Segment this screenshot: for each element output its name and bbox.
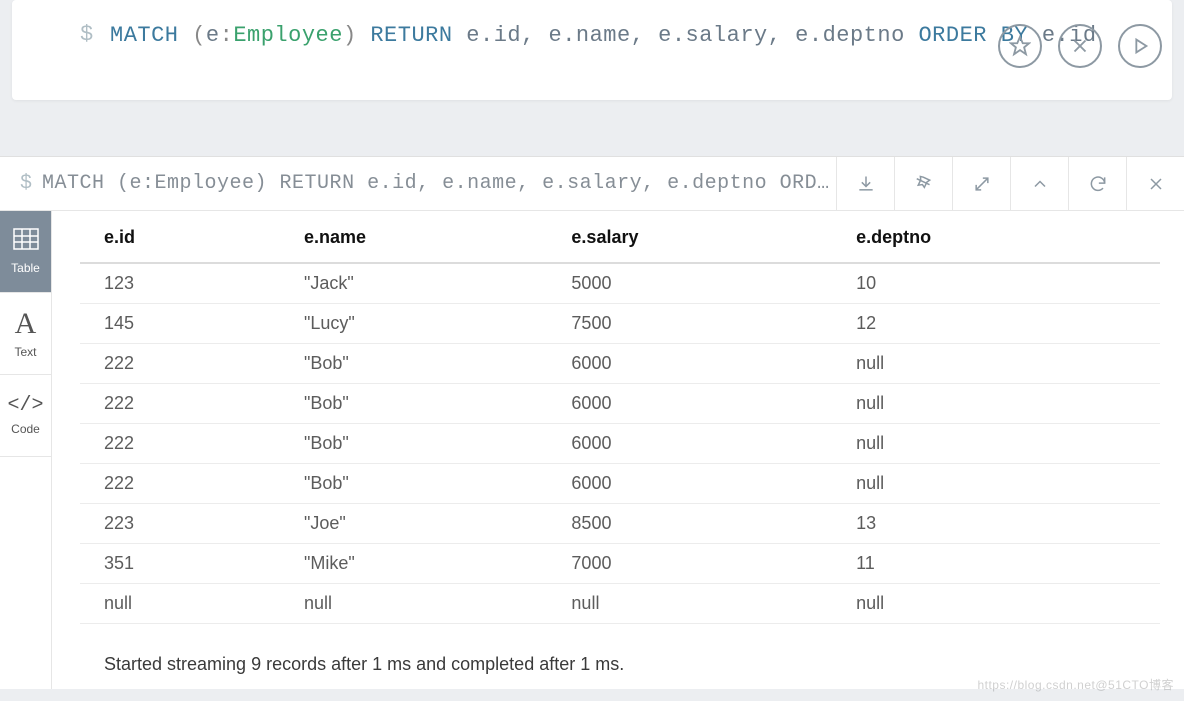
- open-paren: (: [192, 23, 206, 48]
- rerun-button[interactable]: [1068, 157, 1126, 210]
- table-cell: 8500: [563, 504, 848, 544]
- table-cell: null: [848, 424, 1160, 464]
- results-header-actions: [836, 157, 1184, 210]
- results-panel: $ MATCH (e:Employee) RETURN e.id, e.name…: [0, 156, 1184, 689]
- table-cell: 10: [848, 263, 1160, 304]
- column-header[interactable]: e.salary: [563, 211, 848, 263]
- close-paren: ): [343, 23, 357, 48]
- table-cell: 123: [80, 263, 296, 304]
- close-results-button[interactable]: [1126, 157, 1184, 210]
- column-header[interactable]: e.deptno: [848, 211, 1160, 263]
- results-query-echo: MATCH (e:Employee) RETURN e.id, e.name, …: [42, 172, 836, 195]
- table-cell: 222: [80, 464, 296, 504]
- column-header[interactable]: e.name: [296, 211, 563, 263]
- results-main: e.id e.name e.salary e.deptno 123"Jack"5…: [52, 211, 1184, 689]
- close-icon: [1069, 35, 1091, 57]
- table-cell: "Joe": [296, 504, 563, 544]
- table-cell: 5000: [563, 263, 848, 304]
- table-row[interactable]: 222"Bob"6000null: [80, 384, 1160, 424]
- table-header-row: e.id e.name e.salary e.deptno: [80, 211, 1160, 263]
- sidebar-item-label: Table: [11, 261, 40, 275]
- table-cell: null: [296, 584, 563, 624]
- table-cell: 6000: [563, 464, 848, 504]
- table-cell: 6000: [563, 384, 848, 424]
- variable-e: e: [206, 23, 220, 48]
- pin-icon: [914, 174, 934, 194]
- table-cell: 351: [80, 544, 296, 584]
- results-view-sidebar: Table A Text </> Code: [0, 211, 52, 689]
- sidebar-item-table[interactable]: Table: [0, 211, 51, 293]
- table-cell: "Mike": [296, 544, 563, 584]
- table-cell: 145: [80, 304, 296, 344]
- sidebar-item-label: Code: [11, 422, 40, 436]
- query-action-icons: [998, 24, 1162, 68]
- chevron-up-icon: [1030, 174, 1050, 194]
- table-cell: null: [848, 344, 1160, 384]
- table-cell: "Bob": [296, 424, 563, 464]
- table-row[interactable]: 123"Jack"500010: [80, 263, 1160, 304]
- table-cell: 12: [848, 304, 1160, 344]
- table-cell: "Bob": [296, 344, 563, 384]
- sidebar-item-code[interactable]: </> Code: [0, 375, 51, 457]
- sidebar-item-label: Text: [14, 345, 36, 359]
- favorite-button[interactable]: [998, 24, 1042, 68]
- export-button[interactable]: [836, 157, 894, 210]
- expand-icon: [972, 174, 992, 194]
- results-header: $ MATCH (e:Employee) RETURN e.id, e.name…: [0, 157, 1184, 211]
- table-cell: 13: [848, 504, 1160, 544]
- table-cell: 7500: [563, 304, 848, 344]
- node-label: Employee: [233, 23, 343, 48]
- table-row[interactable]: 222"Bob"6000null: [80, 424, 1160, 464]
- table-row[interactable]: 145"Lucy"750012: [80, 304, 1160, 344]
- sidebar-item-text[interactable]: A Text: [0, 293, 51, 375]
- table-row[interactable]: 222"Bob"6000null: [80, 344, 1160, 384]
- table-cell: "Bob": [296, 464, 563, 504]
- star-icon: [1009, 35, 1031, 57]
- table-cell: null: [848, 384, 1160, 424]
- pin-button[interactable]: [894, 157, 952, 210]
- table-row[interactable]: 223"Joe"850013: [80, 504, 1160, 544]
- keyword-return: RETURN: [370, 23, 452, 48]
- table-row[interactable]: 222"Bob"6000null: [80, 464, 1160, 504]
- results-table: e.id e.name e.salary e.deptno 123"Jack"5…: [80, 211, 1160, 624]
- code-brackets-icon: </>: [7, 396, 43, 416]
- collapse-button[interactable]: [1010, 157, 1068, 210]
- table-cell: null: [563, 584, 848, 624]
- watermark-text: https://blog.csdn.net@51CTO博客: [977, 676, 1174, 693]
- play-icon: [1129, 35, 1151, 57]
- table-row[interactable]: 351"Mike"700011: [80, 544, 1160, 584]
- table-cell: 6000: [563, 344, 848, 384]
- query-editor[interactable]: MATCH (e:Employee) RETURN e.id, e.name, …: [80, 18, 1152, 53]
- column-header[interactable]: e.id: [80, 211, 296, 263]
- results-prompt-symbol: $: [0, 172, 42, 195]
- table-cell: null: [80, 584, 296, 624]
- table-cell: "Bob": [296, 384, 563, 424]
- table-grid-icon: [13, 228, 39, 255]
- results-body: Table A Text </> Code e.id e.name e.sala…: [0, 211, 1184, 689]
- table-cell: null: [848, 584, 1160, 624]
- table-cell: 7000: [563, 544, 848, 584]
- table-cell: 223: [80, 504, 296, 544]
- fullscreen-button[interactable]: [952, 157, 1010, 210]
- table-row[interactable]: nullnullnullnull: [80, 584, 1160, 624]
- table-cell: null: [848, 464, 1160, 504]
- download-icon: [856, 174, 876, 194]
- run-query-button[interactable]: [1118, 24, 1162, 68]
- clear-query-button[interactable]: [1058, 24, 1102, 68]
- close-icon: [1146, 174, 1166, 194]
- table-cell: 222: [80, 344, 296, 384]
- keyword-match: MATCH: [110, 23, 179, 48]
- colon: :: [220, 23, 234, 48]
- text-a-icon: A: [15, 309, 37, 339]
- table-cell: 11: [848, 544, 1160, 584]
- prompt-symbol: $: [80, 22, 93, 47]
- table-cell: "Jack": [296, 263, 563, 304]
- table-cell: "Lucy": [296, 304, 563, 344]
- table-cell: 6000: [563, 424, 848, 464]
- table-cell: 222: [80, 384, 296, 424]
- table-cell: 222: [80, 424, 296, 464]
- refresh-icon: [1088, 174, 1108, 194]
